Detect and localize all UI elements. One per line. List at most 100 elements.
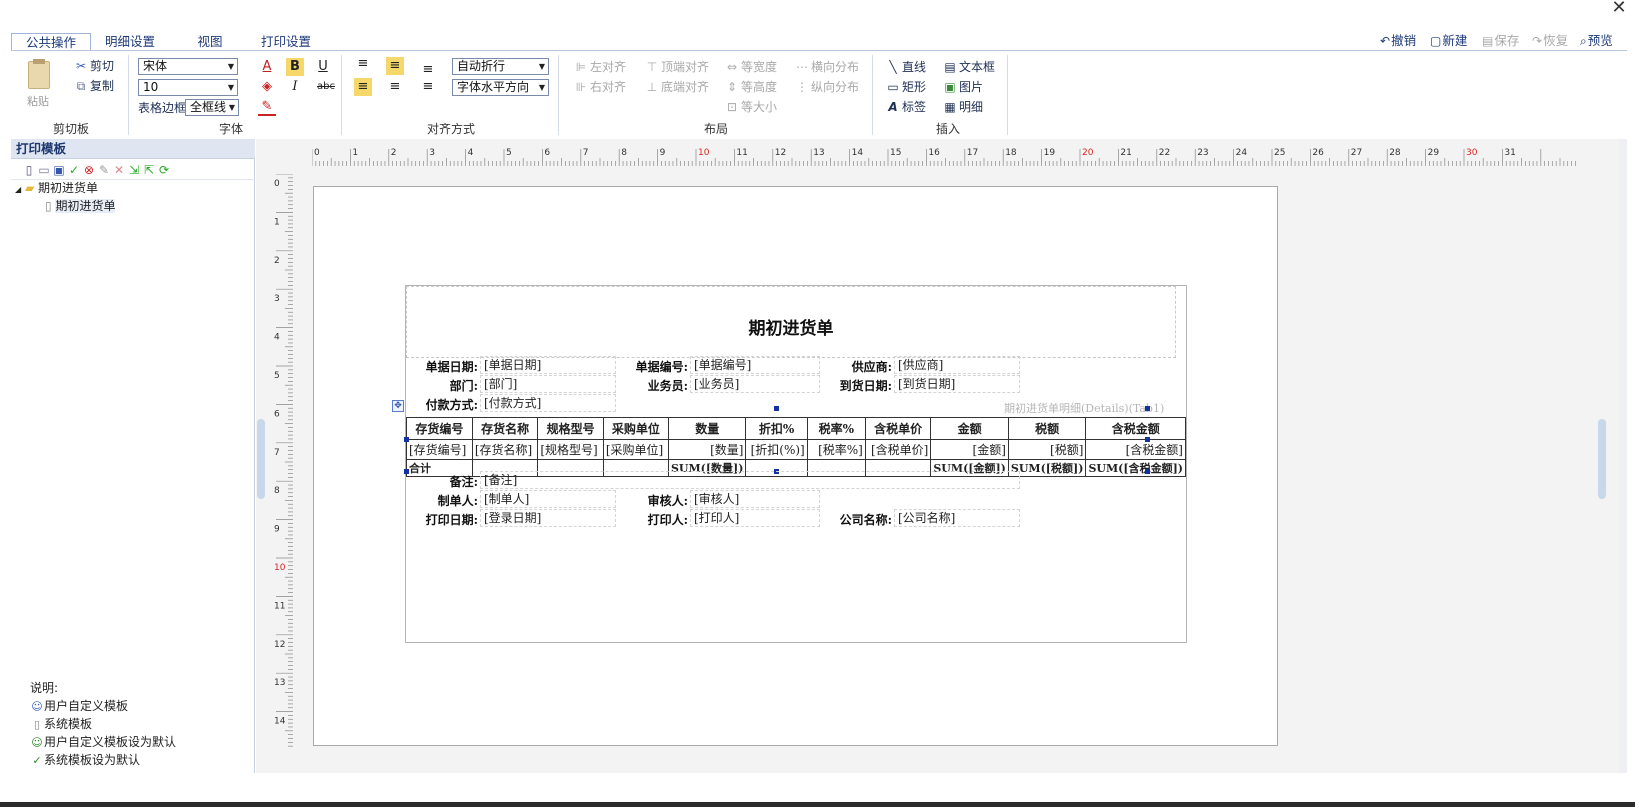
vertical-scrollbar[interactable] bbox=[1619, 139, 1627, 773]
close-icon[interactable]: ✕ bbox=[1608, 0, 1630, 18]
insert-image-button[interactable]: ▣ 图片 bbox=[943, 78, 983, 96]
field-label-department[interactable]: 部门: bbox=[406, 377, 478, 394]
layout-align-bottom-button[interactable]: ⊥ 底端对齐 bbox=[645, 78, 709, 96]
strikethrough-button[interactable]: abc bbox=[314, 78, 338, 96]
equal-height-button[interactable]: ⇕ 等高度 bbox=[725, 78, 777, 96]
field-label-arrival-date[interactable]: 到货日期: bbox=[820, 377, 892, 394]
import-icon[interactable]: ⇲ bbox=[127, 162, 141, 178]
field-label-reviewer[interactable]: 审核人: bbox=[616, 492, 688, 509]
copy-button[interactable]: ⧉ 复制 bbox=[74, 77, 114, 95]
selection-handle[interactable] bbox=[1145, 469, 1150, 474]
column-header-cell[interactable]: 折扣% bbox=[745, 417, 808, 440]
field-label-payment-method[interactable]: 付款方式: bbox=[406, 396, 478, 413]
field-label-supplier[interactable]: 供应商: bbox=[820, 358, 892, 375]
detail-cell[interactable]: [采购单位] bbox=[602, 439, 669, 460]
selection-handle[interactable] bbox=[1145, 406, 1150, 411]
open-template-icon[interactable]: ▭ bbox=[37, 162, 51, 178]
detail-cell[interactable]: [税率%] bbox=[806, 439, 866, 460]
field-value-arrival-date[interactable]: [到货日期] bbox=[894, 375, 1020, 393]
summary-cell[interactable]: SUM([税额]) bbox=[1007, 459, 1087, 477]
text-direction-select[interactable]: 字体水平方向 bbox=[452, 79, 549, 96]
tab-common[interactable]: 公共操作 bbox=[11, 33, 91, 51]
selection-handle[interactable] bbox=[774, 406, 779, 411]
detail-cell[interactable]: [规格型号] bbox=[537, 439, 604, 460]
detail-cell[interactable]: [含税金额] bbox=[1085, 439, 1186, 460]
detail-cell[interactable]: [含税单价] bbox=[864, 439, 932, 460]
wrap-mode-select[interactable]: 自动折行 bbox=[452, 58, 549, 75]
layout-align-right-button[interactable]: ⊪ 右对齐 bbox=[574, 78, 626, 96]
field-value-doc-number[interactable]: [单据编号] bbox=[690, 356, 820, 374]
align-bottom-icon[interactable]: ≡ bbox=[419, 61, 437, 79]
font-color-button[interactable]: A bbox=[258, 58, 276, 76]
fill-color-icon[interactable]: ◈ bbox=[258, 78, 276, 96]
align-top-icon[interactable]: ≡ bbox=[354, 55, 372, 73]
field-label-print-date[interactable]: 打印日期: bbox=[406, 511, 478, 528]
tab-print-settings[interactable]: 打印设置 bbox=[251, 33, 321, 51]
new-button[interactable]: ▢新建 bbox=[1430, 32, 1467, 50]
right-splitter-grip[interactable] bbox=[1598, 419, 1606, 499]
border-color-icon[interactable]: ✎ bbox=[258, 98, 276, 116]
underline-button[interactable]: U bbox=[314, 58, 332, 76]
refresh-icon[interactable]: ⟳ bbox=[157, 162, 171, 178]
field-value-doc-date[interactable]: [单据日期] bbox=[480, 356, 616, 374]
field-label-doc-date[interactable]: 单据日期: bbox=[406, 358, 478, 375]
align-left-icon[interactable]: ≡ bbox=[354, 78, 372, 96]
field-value-printer[interactable]: [打印人] bbox=[690, 509, 820, 527]
detail-cell[interactable]: [金额] bbox=[930, 439, 1009, 460]
move-handle-icon[interactable]: ✥ bbox=[392, 400, 404, 412]
column-header-cell[interactable]: 规格型号 bbox=[537, 417, 604, 440]
column-header-cell[interactable]: 含税单价 bbox=[864, 417, 932, 440]
column-header-cell[interactable]: 数量 bbox=[667, 417, 747, 440]
tab-detail-settings[interactable]: 明细设置 bbox=[95, 33, 165, 51]
tab-view[interactable]: 视图 bbox=[185, 33, 235, 51]
save-template-icon[interactable]: ▣ bbox=[52, 162, 66, 178]
column-header-cell[interactable]: 采购单位 bbox=[602, 417, 669, 440]
left-splitter-grip[interactable] bbox=[257, 419, 265, 499]
field-value-department[interactable]: [部门] bbox=[480, 375, 616, 393]
column-header-cell[interactable]: 金额 bbox=[930, 417, 1009, 440]
layout-align-top-button[interactable]: ⊤ 顶端对齐 bbox=[645, 58, 709, 76]
distribute-vertical-button[interactable]: ⋮ 纵向分布 bbox=[795, 78, 859, 96]
detail-cell[interactable]: [折扣(%)] bbox=[745, 439, 808, 460]
align-right-icon[interactable]: ≡ bbox=[419, 78, 437, 96]
equal-width-button[interactable]: ⇔ 等宽度 bbox=[725, 58, 777, 76]
paste-button[interactable]: 粘贴 bbox=[25, 59, 53, 109]
field-label-salesperson[interactable]: 业务员: bbox=[616, 377, 688, 394]
field-value-remark[interactable]: [备注] bbox=[480, 471, 1020, 489]
field-value-salesperson[interactable]: [业务员] bbox=[690, 375, 820, 393]
preview-button[interactable]: ⌕预览 bbox=[1580, 32, 1613, 50]
field-value-payment-method[interactable]: [付款方式] bbox=[480, 394, 616, 412]
summary-cell[interactable]: SUM([含税金额]) bbox=[1085, 459, 1186, 477]
insert-detail-button[interactable]: ▦ 明细 bbox=[943, 98, 983, 116]
detail-cell[interactable]: [存货名称] bbox=[471, 439, 539, 460]
selection-handle[interactable] bbox=[1145, 437, 1150, 442]
insert-label-button[interactable]: A 标签 bbox=[886, 98, 926, 116]
field-value-company[interactable]: [公司名称] bbox=[894, 509, 1020, 527]
field-value-print-date[interactable]: [登录日期] bbox=[480, 509, 616, 527]
field-label-doc-number[interactable]: 单据编号: bbox=[616, 358, 688, 375]
selection-handle[interactable] bbox=[404, 437, 409, 442]
field-label-creator[interactable]: 制单人: bbox=[406, 492, 478, 509]
field-label-company[interactable]: 公司名称: bbox=[820, 511, 892, 528]
column-header-cell[interactable]: 存货名称 bbox=[471, 417, 539, 440]
font-size-select[interactable]: 10 bbox=[138, 79, 238, 96]
field-label-printer[interactable]: 打印人: bbox=[616, 511, 688, 528]
detail-table[interactable]: 存货编号 存货名称 规格型号 采购单位 数量 折扣% 税率% 含税单价 金额 税额 含税金额 [存货… bbox=[406, 417, 1186, 477]
bold-button[interactable]: B bbox=[286, 58, 304, 76]
column-header-cell[interactable]: 存货编号 bbox=[406, 417, 473, 440]
export-icon[interactable]: ⇱ bbox=[142, 162, 156, 178]
cut-button[interactable]: ✂ 剪切 bbox=[74, 57, 114, 75]
align-middle-icon[interactable]: ≡ bbox=[386, 57, 404, 75]
insert-rectangle-button[interactable]: ▭ 矩形 bbox=[886, 78, 926, 96]
report-title[interactable]: 期初进货单 bbox=[406, 314, 1176, 339]
new-template-icon[interactable]: ▯ bbox=[22, 162, 36, 178]
distribute-horizontal-button[interactable]: ⋯ 横向分布 bbox=[795, 58, 859, 76]
tree-folder-item[interactable]: ◢ ▰ 期初进货单 bbox=[15, 180, 98, 198]
detail-cell[interactable]: [数量] bbox=[667, 439, 747, 460]
detail-cell[interactable]: [税额] bbox=[1007, 439, 1087, 460]
insert-textbox-button[interactable]: ▤ 文本框 bbox=[943, 58, 995, 76]
column-header-cell[interactable]: 含税金额 bbox=[1085, 417, 1186, 440]
detail-cell[interactable]: [存货编号] bbox=[406, 439, 473, 460]
redo-button[interactable]: ↷恢复 bbox=[1532, 32, 1568, 50]
field-value-supplier[interactable]: [供应商] bbox=[894, 356, 1020, 374]
